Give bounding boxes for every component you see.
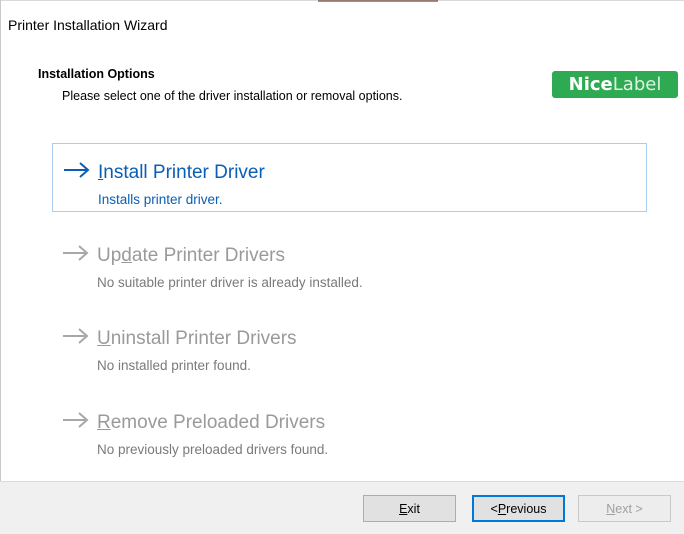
logo-text-bold: Nice bbox=[568, 74, 613, 95]
next-button[interactable]: Next > bbox=[578, 495, 671, 522]
option-title: Install Printer Driver bbox=[98, 162, 265, 183]
option-uninstall-printer-drivers[interactable]: Uninstall Printer Drivers No installed p… bbox=[52, 310, 647, 379]
option-remove-preloaded-drivers[interactable]: Remove Preloaded Drivers No previously p… bbox=[52, 394, 647, 463]
option-install-printer-driver[interactable]: Install Printer Driver Installs printer … bbox=[52, 143, 647, 212]
section-title: Installation Options bbox=[38, 67, 155, 81]
arrow-right-icon bbox=[62, 159, 92, 181]
section-subtitle: Please select one of the driver installa… bbox=[62, 89, 403, 103]
option-update-printer-drivers[interactable]: Update Printer Drivers No suitable print… bbox=[52, 227, 647, 296]
left-border bbox=[0, 0, 1, 533]
arrow-right-icon bbox=[61, 242, 91, 264]
previous-button[interactable]: < Previous bbox=[472, 495, 565, 522]
top-accent bbox=[318, 0, 438, 2]
option-title: Uninstall Printer Drivers bbox=[97, 328, 297, 349]
option-description: Installs printer driver. bbox=[98, 192, 223, 207]
option-description: No previously preloaded drivers found. bbox=[97, 442, 329, 457]
nicelabel-logo: Nice Label bbox=[552, 71, 678, 98]
window-title: Printer Installation Wizard bbox=[8, 17, 168, 33]
logo-text-light: Label bbox=[612, 74, 662, 95]
option-title: Update Printer Drivers bbox=[97, 245, 285, 266]
arrow-right-icon bbox=[61, 325, 91, 347]
exit-button[interactable]: Exit bbox=[363, 495, 456, 522]
option-description: No installed printer found. bbox=[97, 358, 251, 373]
option-title: Remove Preloaded Drivers bbox=[97, 412, 326, 433]
option-description: No suitable printer driver is already in… bbox=[97, 275, 363, 290]
arrow-right-icon bbox=[61, 409, 91, 431]
